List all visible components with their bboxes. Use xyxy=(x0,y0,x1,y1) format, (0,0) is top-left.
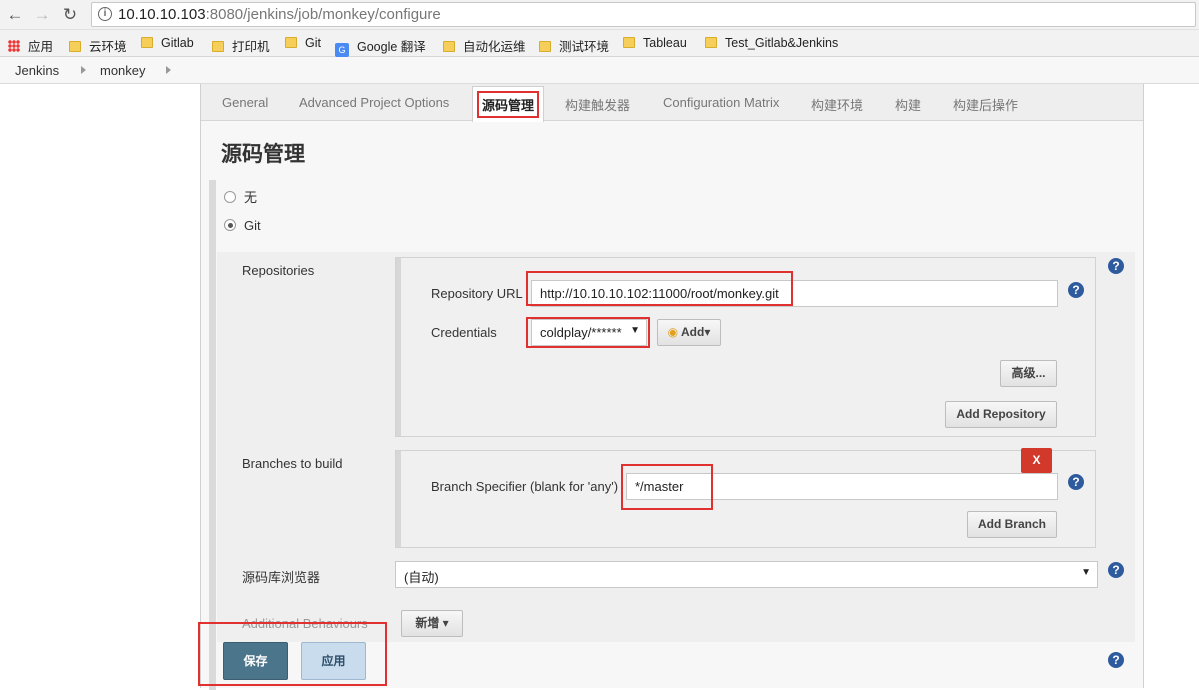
folder-icon xyxy=(539,41,551,52)
apps-grid-icon xyxy=(8,40,20,52)
bookmark-cloud-env[interactable]: 云环境 xyxy=(69,36,127,55)
advanced-button[interactable]: 高级... xyxy=(1000,360,1057,387)
folder-icon xyxy=(141,37,153,48)
bookmark-tableau[interactable]: Tableau xyxy=(623,36,687,50)
dropdown-arrow-icon: ▼ xyxy=(1081,567,1091,578)
help-icon[interactable]: ? xyxy=(1068,474,1084,490)
scm-option-git[interactable]: Git xyxy=(224,218,261,233)
add-credentials-button[interactable]: ◉ Add▾ xyxy=(657,319,721,346)
repo-browser-label: 源码库浏览器 xyxy=(242,570,321,585)
bookmarks-bar: 应用 云环境 Gitlab 打印机 Git G Google 翻译 自动化运维 测… xyxy=(0,30,1199,57)
help-icon[interactable]: ? xyxy=(1108,562,1124,578)
branch-specifier-label: Branch Specifier (blank for 'any') xyxy=(431,479,619,494)
bookmark-printer[interactable]: 打印机 xyxy=(212,36,270,55)
highlight-save-apply xyxy=(198,622,387,686)
add-repository-button[interactable]: Add Repository xyxy=(945,401,1057,428)
repo-browser-select[interactable]: (自动) ▼ xyxy=(395,561,1098,588)
folder-icon xyxy=(623,37,635,48)
bookmark-git[interactable]: Git xyxy=(285,36,321,50)
highlight-branch-specifier xyxy=(621,464,713,510)
credentials-label: Credentials xyxy=(431,325,497,340)
highlight-repository-url xyxy=(526,271,793,306)
tab-build-environment[interactable]: 构建环境 xyxy=(811,95,863,114)
branches-label: Branches to build xyxy=(242,456,343,471)
add-behaviour-button[interactable]: 新增 ▾ xyxy=(401,610,463,637)
help-icon[interactable]: ? xyxy=(1068,282,1084,298)
back-arrow-icon[interactable]: ← xyxy=(5,5,25,25)
browser-toolbar: ← → ↻ i 10.10.10.103:8080/jenkins/job/mo… xyxy=(0,0,1199,30)
tab-source-code-management[interactable]: 源码管理 xyxy=(472,86,545,122)
section-title: 源码管理 xyxy=(221,143,305,166)
bookmark-apps[interactable]: 应用 xyxy=(8,36,53,55)
reload-icon[interactable]: ↻ xyxy=(60,5,80,25)
address-url: 10.10.10.103:8080/jenkins/job/monkey/con… xyxy=(118,6,441,23)
breadcrumb-arrow-icon[interactable] xyxy=(166,66,171,74)
address-bar[interactable]: i 10.10.10.103:8080/jenkins/job/monkey/c… xyxy=(91,2,1196,27)
breadcrumb-jenkins[interactable]: Jenkins xyxy=(15,63,59,78)
folder-icon xyxy=(285,37,297,48)
folder-icon xyxy=(69,41,81,52)
bookmark-automation[interactable]: 自动化运维 xyxy=(443,36,526,55)
radio-git[interactable] xyxy=(224,219,236,231)
scm-option-none[interactable]: 无 xyxy=(224,187,257,206)
forward-arrow-icon[interactable]: → xyxy=(32,5,52,25)
add-branch-button[interactable]: Add Branch xyxy=(967,511,1057,538)
breadcrumb-monkey[interactable]: monkey xyxy=(100,63,146,78)
tab-general[interactable]: General xyxy=(222,95,268,110)
folder-icon xyxy=(443,41,455,52)
bookmark-test-env[interactable]: 测试环境 xyxy=(539,36,609,55)
folder-icon xyxy=(212,41,224,52)
section-indent-bar xyxy=(209,180,216,690)
tab-build[interactable]: 构建 xyxy=(895,95,921,114)
repository-url-label: Repository URL xyxy=(431,286,523,301)
repositories-label: Repositories xyxy=(242,263,315,278)
tab-advanced-project-options[interactable]: Advanced Project Options xyxy=(299,95,449,110)
tab-post-build[interactable]: 构建后操作 xyxy=(953,95,1018,114)
folder-icon xyxy=(705,37,717,48)
google-translate-icon: G xyxy=(335,43,349,57)
bookmark-google-translate[interactable]: G Google 翻译 xyxy=(335,36,426,57)
config-panel: General Advanced Project Options 源码管理 构建… xyxy=(200,84,1144,690)
breadcrumb: Jenkins monkey xyxy=(0,57,1199,84)
bookmark-gitlab[interactable]: Gitlab xyxy=(141,36,194,50)
bookmark-test-gitlab-jenkins[interactable]: Test_Gitlab&Jenkins xyxy=(705,36,838,50)
key-icon: ◉ xyxy=(667,325,679,339)
tab-build-triggers[interactable]: 构建触发器 xyxy=(565,95,630,114)
delete-branch-button[interactable]: X xyxy=(1021,448,1052,473)
highlight-credentials xyxy=(526,317,650,348)
help-icon[interactable]: ? xyxy=(1108,652,1124,668)
info-icon[interactable]: i xyxy=(98,7,112,21)
radio-none[interactable] xyxy=(224,191,236,203)
config-tabbar: General Advanced Project Options 源码管理 构建… xyxy=(201,84,1143,122)
help-icon[interactable]: ? xyxy=(1108,258,1124,274)
breadcrumb-arrow-icon[interactable] xyxy=(81,66,86,74)
tab-configuration-matrix[interactable]: Configuration Matrix xyxy=(663,95,779,110)
